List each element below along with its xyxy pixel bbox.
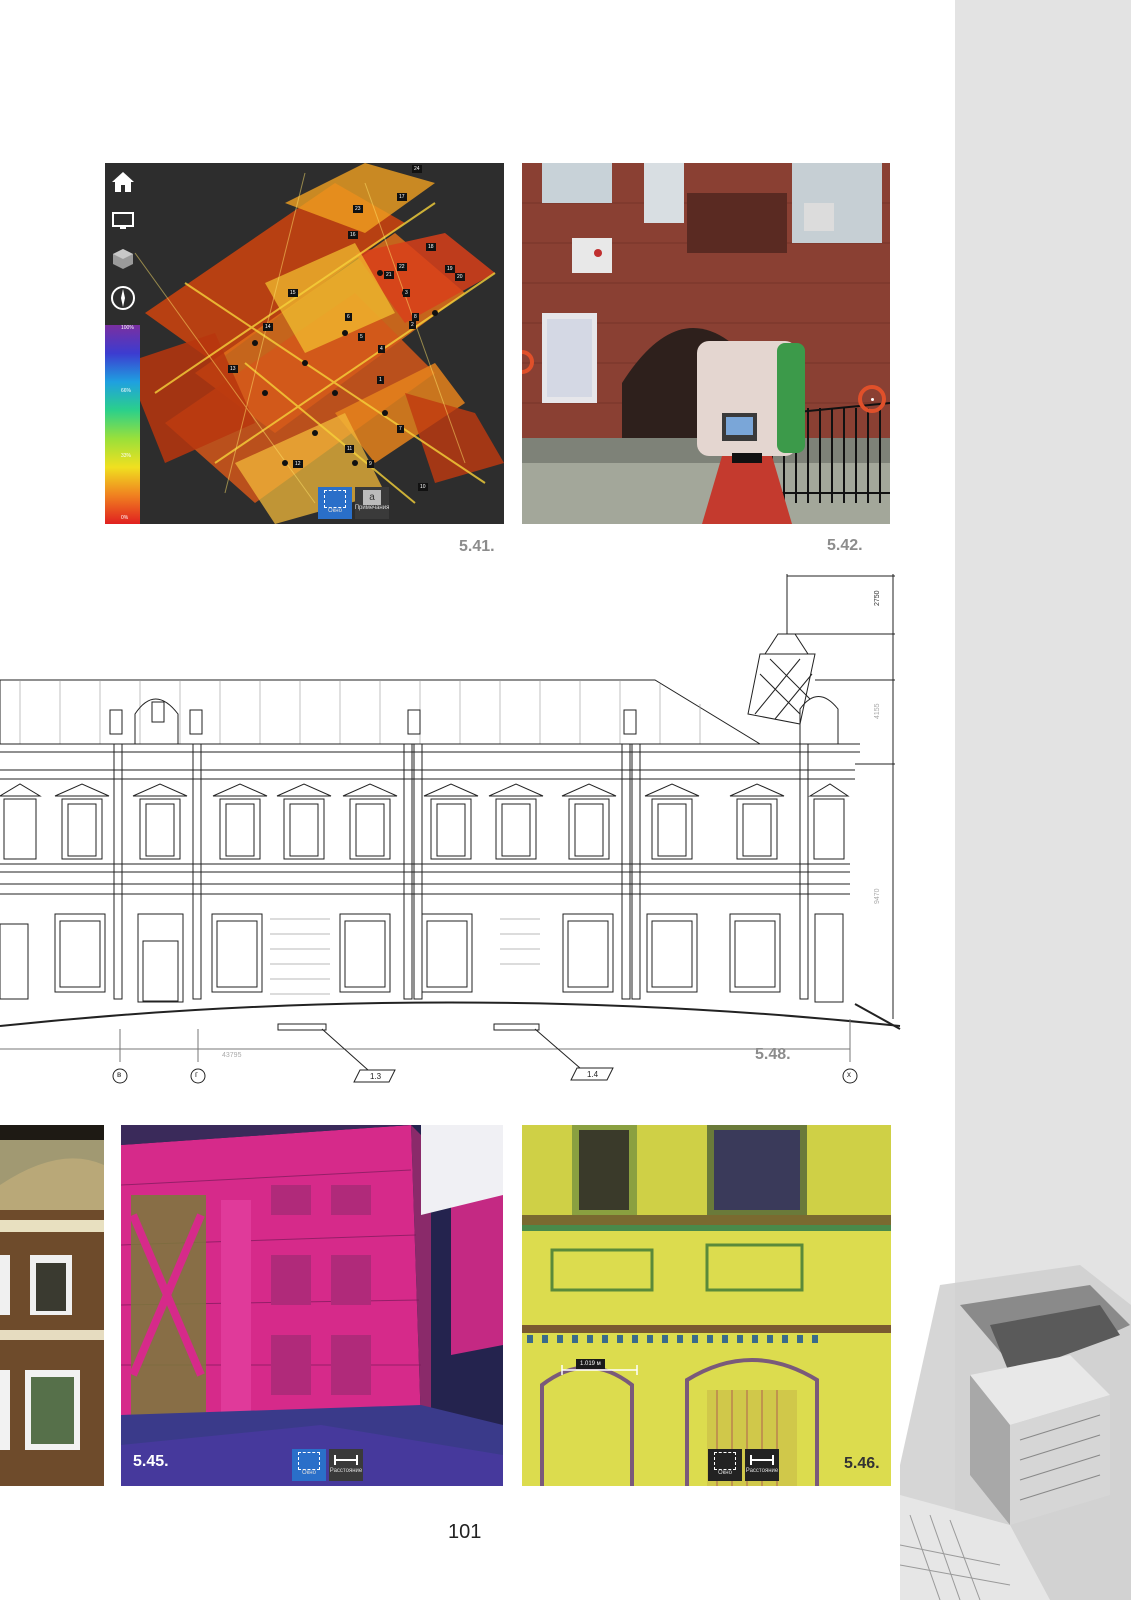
distance-button[interactable]: Расстояние xyxy=(329,1449,363,1481)
dimension-9470: 9470 xyxy=(874,888,881,904)
target-marker-right xyxy=(858,385,886,413)
station-tag[interactable]: 22 xyxy=(397,263,407,271)
station-tag[interactable]: 4 xyxy=(378,345,385,353)
yellow-scan-drawing xyxy=(522,1125,891,1486)
select-box-icon xyxy=(298,1452,320,1470)
station-tag[interactable]: 23 xyxy=(353,205,363,213)
axis-mark-kh: х xyxy=(847,1070,851,1079)
figure-5-46-measurement-scan: 1.019 м Окно Расстояние 5.46. xyxy=(522,1125,891,1486)
caption-5-45: 5.45. xyxy=(133,1453,169,1470)
page-number: 101 xyxy=(448,1521,482,1543)
station-tag[interactable]: 20 xyxy=(455,273,465,281)
station-tag[interactable]: 16 xyxy=(348,231,358,239)
left-scan-drawing xyxy=(0,1125,104,1486)
caption-5-42: 5.42. xyxy=(827,537,863,554)
station-tag[interactable]: 8 xyxy=(412,313,419,321)
figure-5-41-pointcloud-plan: 100% 66% 33% 0% 24 17 23 16 18 22 21 19 … xyxy=(105,163,504,524)
dimension-43795: 43795 xyxy=(222,1052,242,1059)
station-tag[interactable]: 14 xyxy=(263,323,273,331)
note-icon: a xyxy=(363,490,381,505)
measurement-label: 1.019 м xyxy=(576,1359,605,1369)
station-tag[interactable]: 13 xyxy=(228,365,238,373)
station-tag[interactable]: 9 xyxy=(367,460,374,468)
monitor-icon[interactable] xyxy=(111,211,135,231)
dimension-2750: 2750 xyxy=(874,590,881,606)
pointcloud-plan-drawing xyxy=(105,163,504,524)
legend-label-100: 100% xyxy=(121,325,134,331)
notes-button-label: Примечания xyxy=(354,505,390,511)
station-tag[interactable]: 7 xyxy=(397,425,404,433)
window-select-button[interactable]: Окно xyxy=(318,487,352,519)
axis-mark-g: г xyxy=(195,1070,198,1079)
figure-5-42-scanner-photo xyxy=(522,163,890,524)
decorative-3d-model-render xyxy=(900,1265,1131,1600)
station-tag[interactable]: 24 xyxy=(412,165,422,173)
window-button-label: Окно xyxy=(328,508,342,514)
caption-5-46: 5.46. xyxy=(844,1455,880,1472)
intensity-color-legend xyxy=(105,325,140,524)
axis-mark-v: в xyxy=(117,1070,122,1079)
station-tag[interactable]: 21 xyxy=(384,271,394,279)
station-tag[interactable]: 11 xyxy=(345,445,355,453)
window-button-label: Окно xyxy=(718,1470,732,1476)
distance-button-label: Расстояние xyxy=(745,1468,779,1474)
select-box-icon xyxy=(714,1452,736,1470)
station-tag[interactable]: 1 xyxy=(377,376,384,384)
callout-1-4: 1.4 xyxy=(587,1070,599,1079)
facade-elevation-drawing xyxy=(0,574,901,1084)
legend-label-33: 33% xyxy=(121,453,132,459)
station-tag[interactable]: 6 xyxy=(345,313,352,321)
compass-icon[interactable] xyxy=(110,285,136,311)
station-tag[interactable]: 2 xyxy=(409,321,416,329)
window-button-label: Окно xyxy=(302,1470,316,1476)
figure-5-48-facade-elevation: 2750 4155 9470 43795 в г х 1.3 1.4 xyxy=(0,574,905,1094)
callout-1-3: 1.3 xyxy=(370,1072,382,1081)
station-tag[interactable]: 17 xyxy=(397,193,407,201)
distance-button-label: Расстояние xyxy=(329,1468,363,1474)
window-select-button[interactable]: Окно xyxy=(708,1449,742,1481)
legend-label-0: 0% xyxy=(121,515,129,521)
legend-label-66: 66% xyxy=(121,388,132,394)
caption-5-48: 5.48. xyxy=(755,1046,791,1063)
figure-left-cropped-scan xyxy=(0,1125,104,1486)
station-tag[interactable]: 18 xyxy=(426,243,436,251)
dimension-4155: 4155 xyxy=(874,703,881,719)
station-tag[interactable]: 15 xyxy=(288,289,298,297)
station-tag[interactable]: 12 xyxy=(293,460,303,468)
pink-scan-drawing xyxy=(121,1125,503,1486)
station-tag[interactable]: 5 xyxy=(358,333,365,341)
station-tag[interactable]: 3 xyxy=(403,289,410,297)
caption-5-41: 5.41. xyxy=(459,538,495,555)
select-box-icon xyxy=(324,490,346,508)
distance-icon xyxy=(334,1455,358,1465)
home-icon[interactable] xyxy=(111,171,135,193)
distance-button[interactable]: Расстояние xyxy=(745,1449,779,1481)
window-select-button[interactable]: Окно xyxy=(292,1449,326,1481)
cube-icon[interactable] xyxy=(111,248,135,270)
figure-5-45-intensity-scan: Окно Расстояние 5.45. xyxy=(121,1125,503,1486)
scanner-photo-drawing xyxy=(522,163,890,524)
distance-icon xyxy=(750,1455,774,1465)
model-render-drawing xyxy=(900,1265,1131,1600)
station-tag[interactable]: 10 xyxy=(418,483,428,491)
station-tag[interactable]: 19 xyxy=(445,265,455,273)
notes-button[interactable]: a Примечания xyxy=(355,487,389,519)
